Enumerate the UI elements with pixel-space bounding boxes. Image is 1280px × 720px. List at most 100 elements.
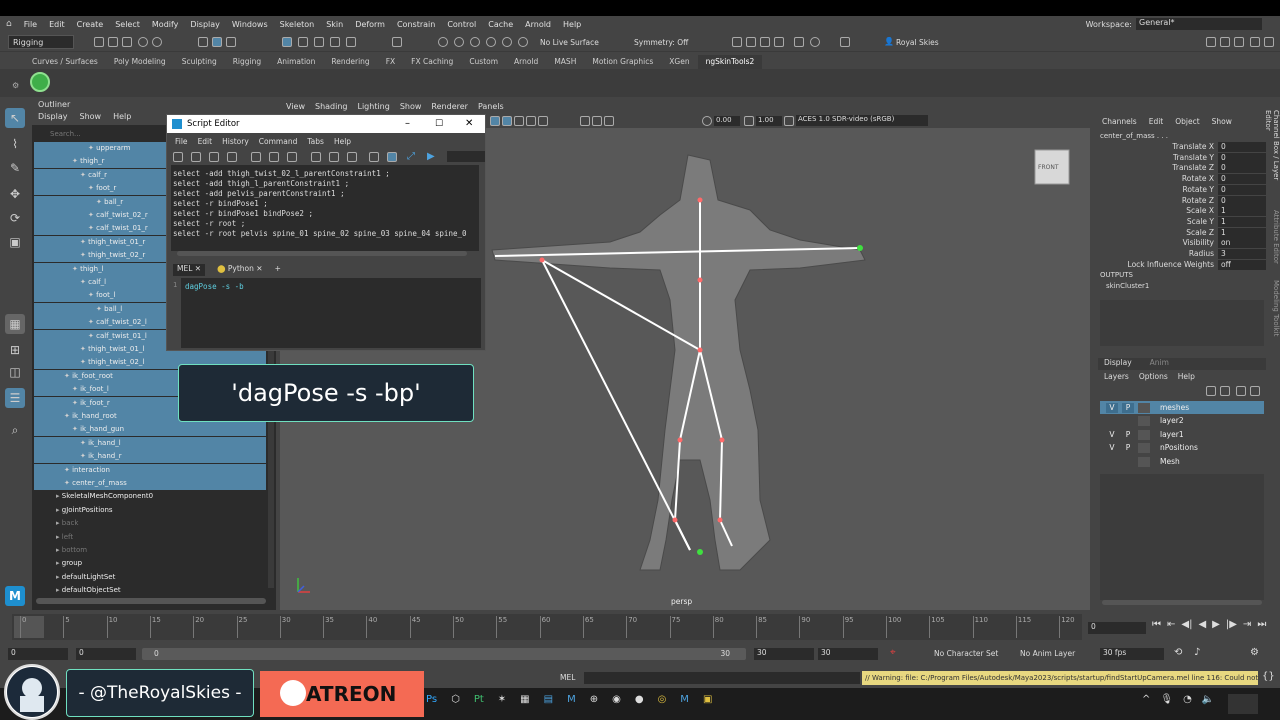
layer-visibility-toggle[interactable] (1106, 457, 1118, 467)
channel-attr-value[interactable]: 0 (1218, 142, 1266, 152)
layer-row[interactable]: V PnPositions (1100, 441, 1264, 454)
display-pause-icon[interactable] (840, 37, 850, 47)
hypershade-icon[interactable] (502, 37, 512, 47)
menu-control[interactable]: Control (441, 20, 482, 29)
script-editor-titlebar[interactable]: Script Editor – ☐ ✕ (167, 115, 485, 133)
four-layout-icon[interactable]: ⊞ (5, 340, 25, 360)
shelf-tab-sculpting[interactable]: Sculpting (174, 55, 225, 69)
go-start-icon[interactable]: ⏮ (1152, 619, 1161, 630)
side-tab-modeling-toolkit[interactable]: Modeling Toolkit (1266, 280, 1280, 340)
select-object-icon[interactable] (212, 37, 222, 47)
se-clear-input-icon[interactable] (269, 152, 279, 162)
smooth-shade-icon[interactable] (502, 116, 512, 126)
se-line-numbers-icon[interactable] (329, 152, 339, 162)
outliner-toggle-icon[interactable] (1264, 37, 1274, 47)
se-execute-all-icon[interactable]: ⤢ (407, 151, 415, 162)
layer-menu-help[interactable]: Help (1178, 372, 1195, 381)
snap-curve-icon[interactable] (298, 37, 308, 47)
outliner-row[interactable]: ✦ ik_hand_l (34, 436, 266, 450)
home-icon[interactable]: ⌂ (0, 19, 18, 29)
cb-menu-channels[interactable]: Channels (1102, 117, 1137, 126)
se-menu-help[interactable]: Help (334, 137, 351, 146)
mode-dropdown[interactable]: Rigging (8, 35, 74, 49)
volume-icon[interactable]: 🔈 (1202, 694, 1214, 705)
layer-playback-toggle[interactable]: P (1122, 403, 1134, 413)
history-icon[interactable] (438, 37, 448, 47)
shelf-tab-ngskintools[interactable]: ngSkinTools2 (697, 55, 763, 69)
snap-grid-icon[interactable] (282, 37, 292, 47)
lasso-tool-icon[interactable]: ⌇ (5, 134, 25, 154)
se-menu-edit[interactable]: Edit (198, 137, 213, 146)
select-tool-icon[interactable]: ↖ (5, 108, 25, 128)
menu-skeleton[interactable]: Skeleton (274, 20, 321, 29)
cb-menu-show[interactable]: Show (1212, 117, 1232, 126)
scale-tool-icon[interactable]: ▣ (5, 232, 25, 252)
se-batch-icon[interactable] (369, 152, 379, 162)
menu-select[interactable]: Select (109, 20, 146, 29)
channel-attr-name[interactable]: Translate Y (1100, 153, 1214, 162)
outliner-menu-show[interactable]: Show (80, 112, 102, 125)
isolate-icon[interactable] (604, 116, 614, 126)
channel-attr-name[interactable]: Rotate Y (1100, 185, 1214, 194)
channel-attr-name[interactable]: Rotate Z (1100, 196, 1214, 205)
outliner-row[interactable]: ✦ ik_hand_r (34, 450, 266, 464)
range-end-field[interactable]: 30 (754, 648, 814, 660)
files-app-icon[interactable]: ▣ (703, 694, 712, 705)
step-back-key-icon[interactable]: ⇤ (1167, 619, 1175, 630)
channel-attr-name[interactable]: Lock Influence Weights (1100, 260, 1214, 269)
search-tool-icon[interactable]: ⌕ (5, 420, 25, 440)
shelf-tab-animation[interactable]: Animation (269, 55, 323, 69)
render-settings-icon[interactable] (486, 37, 496, 47)
outliner-layout-icon[interactable]: ☰ (5, 388, 25, 408)
se-save-icon[interactable] (209, 152, 219, 162)
step-forward-icon[interactable]: |▶ (1226, 619, 1237, 630)
time-slider[interactable]: 0 5 10 15 20 25 30 35 40 45 50 55 60 65 70 75 80 85 90 95 10… (0, 614, 1280, 644)
render-icon[interactable] (454, 37, 464, 47)
new-layer-selected-icon[interactable] (1250, 386, 1260, 396)
side-tab-attribute-editor[interactable]: Attribute Editor (1266, 210, 1280, 270)
channel-attr-name[interactable]: Scale Z (1100, 228, 1214, 237)
outliner-row[interactable]: ▸ left (34, 531, 266, 544)
maya-task-icon[interactable]: M (567, 694, 576, 705)
cmd-warning-output[interactable]: // Warning: file: C:/Program Files/Autod… (862, 671, 1258, 685)
tray-chevron-icon[interactable]: ^ (1142, 694, 1150, 705)
outliner-row[interactable]: ▸ gJointPositions (34, 504, 266, 517)
range-bar[interactable]: 0 30 (142, 648, 746, 660)
shelf-tab-fx-caching[interactable]: FX Caching (403, 55, 461, 69)
timeline-playhead[interactable] (14, 616, 44, 638)
ipr-icon[interactable] (470, 37, 480, 47)
auto-key-icon[interactable]: ⌖ (890, 647, 896, 658)
maximize-icon[interactable]: ☐ (435, 115, 443, 133)
open-scene-icon[interactable] (108, 37, 118, 47)
se-search-icon[interactable] (387, 152, 397, 162)
layer-playback-toggle[interactable]: P (1122, 443, 1134, 453)
range-inner-start-field[interactable]: 0 (76, 648, 136, 660)
se-show-stack-icon[interactable] (347, 152, 357, 162)
se-source-icon[interactable] (191, 152, 201, 162)
layer-row[interactable]: Mesh (1100, 455, 1264, 468)
se-menu-tabs[interactable]: Tabs (307, 137, 324, 146)
outliner-row[interactable]: ▸ SkeletalMeshComponent0 (34, 490, 266, 503)
photoshop-icon[interactable]: Ps (426, 694, 437, 705)
color-management-icon[interactable] (784, 116, 794, 126)
layer-playback-toggle[interactable] (1122, 416, 1134, 426)
outliner-search-input[interactable]: Search... (36, 130, 166, 140)
lock-icon[interactable] (392, 37, 402, 47)
layer-visibility-toggle[interactable]: V (1106, 443, 1118, 453)
channel-attr-name[interactable]: Scale X (1100, 206, 1214, 215)
channel-attr-value[interactable]: off (1218, 259, 1266, 270)
vp-menu-lighting[interactable]: Lighting (357, 100, 389, 114)
script-history-output[interactable]: select -add thigh_twist_02_l_parentConst… (171, 165, 479, 251)
menu-cache[interactable]: Cache (482, 20, 519, 29)
se-echo-icon[interactable] (311, 152, 321, 162)
vp-menu-shading[interactable]: Shading (315, 100, 348, 114)
mixer-app-icon[interactable]: ✶ (498, 694, 506, 705)
channel-attr-value[interactable]: 1 (1218, 216, 1266, 227)
shelf-tab-rendering[interactable]: Rendering (323, 55, 377, 69)
xray-icon[interactable] (580, 116, 590, 126)
play-forward-icon[interactable]: ▶ (1212, 619, 1220, 630)
pt-app-icon[interactable]: Pt (474, 694, 484, 705)
display-ui-icon[interactable] (760, 37, 770, 47)
channel-attr-value[interactable]: 1 (1218, 206, 1266, 217)
maya-logo-icon[interactable]: M (5, 586, 25, 606)
